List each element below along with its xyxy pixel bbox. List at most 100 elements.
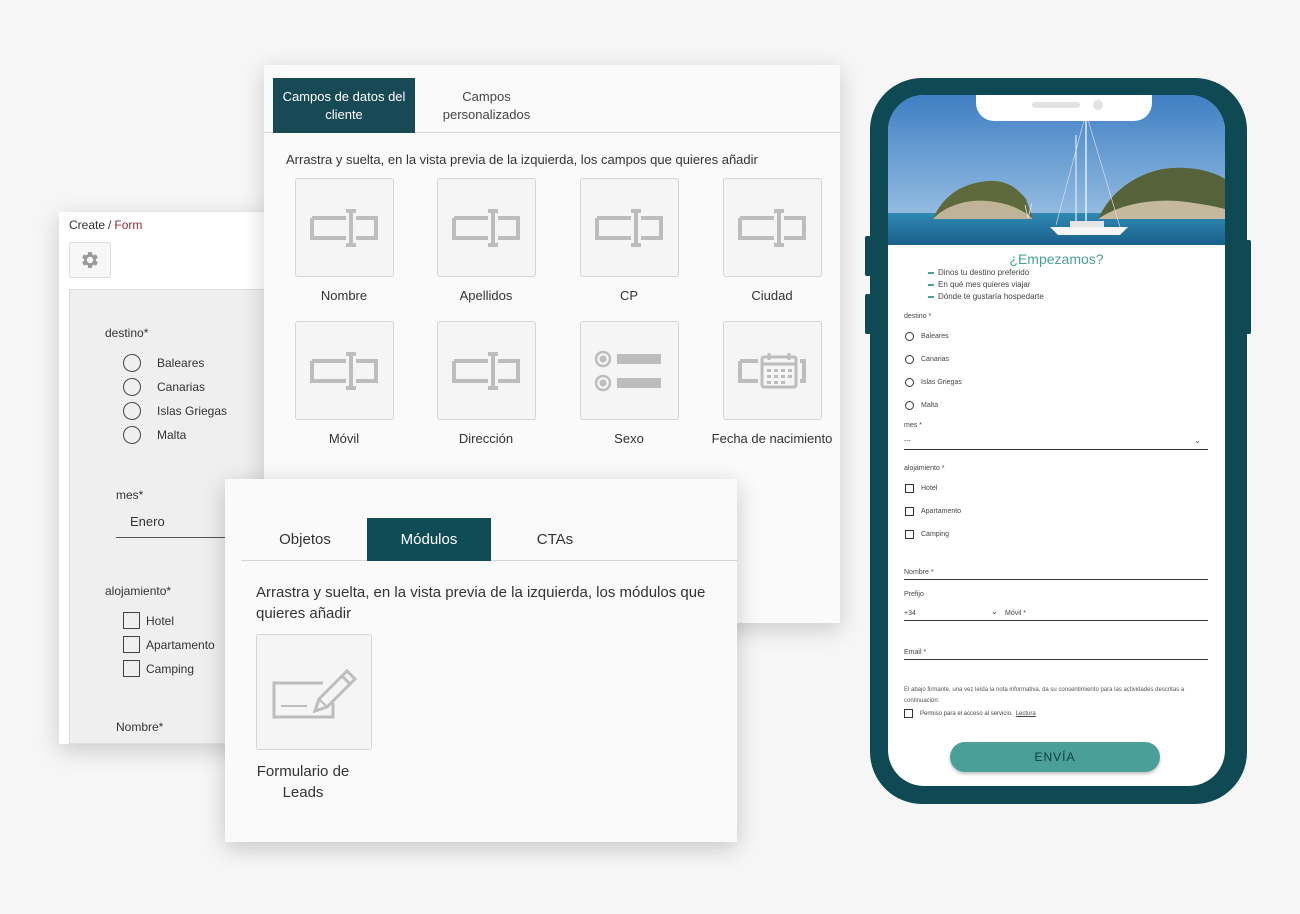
tab-modulos[interactable]: Módulos: [367, 518, 491, 561]
radio-button[interactable]: [123, 402, 141, 420]
bullet-text: Dónde te gustaría hospedarte: [938, 292, 1044, 301]
list-item: Dinos tu destino preferido: [928, 267, 1044, 279]
destino-option[interactable]: Islas Griegas: [905, 378, 962, 387]
breadcrumb-separator: /: [108, 218, 112, 232]
destino-option[interactable]: Baleares: [905, 332, 949, 341]
alojamiento-option[interactable]: Apartamento: [905, 507, 961, 516]
mes-label: mes *: [904, 422, 922, 429]
permission-option[interactable]: Permiso para el acceso al servicio. Lect…: [904, 709, 1036, 718]
destino-option-label: Baleares: [921, 333, 949, 340]
tab-campos-cliente[interactable]: Campos de datos del cliente: [273, 78, 415, 133]
field-label: Fecha de nacimiento: [711, 431, 833, 446]
module-label: Formulario de Leads: [256, 763, 350, 801]
text-field-icon: [310, 351, 378, 390]
field-movil[interactable]: Móvil: [279, 321, 409, 448]
intro-bullets: Dinos tu destino preferido En qué mes qu…: [928, 267, 1044, 303]
signature-form-icon: [272, 668, 357, 719]
field-label: Nombre: [320, 288, 368, 303]
alojamiento-option[interactable]: Apartamento: [123, 636, 215, 653]
radio-button[interactable]: [905, 332, 914, 341]
checkbox[interactable]: [905, 507, 914, 516]
movil-field[interactable]: Móvil *: [1005, 610, 1026, 617]
destino-option-label: Baleares: [157, 356, 205, 370]
destino-option-label: Malta: [157, 428, 187, 442]
mes-label: mes*: [116, 488, 144, 502]
checkbox[interactable]: [123, 636, 140, 653]
alojamiento-option[interactable]: Camping: [123, 660, 194, 677]
field-tile[interactable]: [436, 178, 536, 277]
alojamiento-option[interactable]: Hotel: [905, 484, 937, 493]
field-tile[interactable]: [722, 178, 822, 277]
prefijo-select-value[interactable]: +34: [904, 610, 916, 617]
field-tile[interactable]: [579, 321, 679, 420]
phone-notch: [976, 95, 1152, 121]
destino-option[interactable]: Malta: [123, 426, 186, 444]
date-field-icon: [738, 352, 806, 388]
alojamiento-option-label: Camping: [921, 531, 950, 538]
text-field-icon: [452, 208, 520, 247]
field-tile[interactable]: [294, 321, 394, 420]
chevron-down-icon[interactable]: ⌄: [991, 607, 998, 616]
destino-option[interactable]: Canarias: [123, 378, 205, 396]
field-apellidos[interactable]: Apellidos: [421, 178, 551, 305]
destino-option[interactable]: Canarias: [905, 355, 949, 364]
field-tile[interactable]: [579, 178, 679, 277]
field-nombre[interactable]: Nombre: [279, 178, 409, 305]
field-sexo[interactable]: Sexo: [564, 321, 694, 448]
checkbox[interactable]: [905, 484, 914, 493]
bullet-dash-icon: [928, 296, 934, 298]
radio-button[interactable]: [905, 355, 914, 364]
checkbox[interactable]: [905, 530, 914, 539]
checkbox[interactable]: [904, 709, 913, 718]
camera-icon: [1093, 100, 1103, 110]
nombre-underline: [904, 579, 1208, 580]
field-direccion[interactable]: Dirección: [421, 321, 551, 448]
alojamiento-label: alojamiento *: [904, 465, 945, 472]
text-field-icon: [452, 351, 520, 390]
nombre-field[interactable]: Nombre *: [904, 569, 934, 576]
radio-button[interactable]: [123, 354, 141, 372]
radio-button[interactable]: [905, 401, 914, 410]
text-field-icon: [595, 208, 663, 247]
destino-option[interactable]: Malta: [905, 401, 938, 410]
tab-ctas[interactable]: CTAs: [505, 518, 605, 561]
checkbox[interactable]: [123, 660, 140, 677]
radio-button[interactable]: [123, 378, 141, 396]
modules-tab-bar: Objetos Módulos CTAs: [241, 518, 737, 561]
destino-label: destino *: [904, 313, 932, 320]
destino-option[interactable]: Baleares: [123, 354, 204, 372]
field-fecha-nacimiento[interactable]: Fecha de nacimiento: [707, 321, 837, 448]
field-label: Móvil: [328, 431, 360, 446]
list-item: Dónde te gustaría hospedarte: [928, 291, 1044, 303]
tab-objetos[interactable]: Objetos: [255, 518, 355, 561]
breadcrumb-root[interactable]: Create: [69, 218, 105, 232]
speaker-icon: [1032, 102, 1080, 108]
destino-option-label: Canarias: [921, 356, 950, 363]
email-field[interactable]: Email *: [904, 649, 926, 656]
tab-campos-personalizados[interactable]: Campos personalizados: [429, 78, 544, 133]
checkbox[interactable]: [123, 612, 140, 629]
chevron-down-icon[interactable]: ⌄: [1194, 436, 1201, 445]
alojamiento-option-label: Apartamento: [921, 508, 962, 515]
breadcrumb-current: Form: [114, 218, 143, 232]
radio-list-icon: [595, 350, 661, 391]
field-tile[interactable]: [436, 321, 536, 420]
field-tile[interactable]: [294, 178, 394, 277]
lectura-link[interactable]: Lectura: [1016, 711, 1036, 717]
gear-icon: [82, 252, 98, 268]
radio-button[interactable]: [905, 378, 914, 387]
settings-button[interactable]: [69, 242, 111, 278]
radio-button[interactable]: [123, 426, 141, 444]
prefijo-label: Prefijo: [904, 591, 924, 598]
field-ciudad[interactable]: Ciudad: [707, 178, 837, 305]
module-lead-form-tile[interactable]: [256, 634, 372, 750]
email-underline: [904, 659, 1208, 660]
field-tile[interactable]: [722, 321, 822, 420]
mes-select-value[interactable]: ---: [904, 438, 911, 445]
alojamiento-option[interactable]: Hotel: [123, 612, 174, 629]
field-cp[interactable]: CP: [564, 178, 694, 305]
modules-instruction: Arrastra y suelta, en la vista previa de…: [256, 584, 706, 622]
destino-option[interactable]: Islas Griegas: [123, 402, 227, 420]
alojamiento-option[interactable]: Camping: [905, 530, 949, 539]
submit-button[interactable]: ENVÍA: [950, 742, 1160, 772]
